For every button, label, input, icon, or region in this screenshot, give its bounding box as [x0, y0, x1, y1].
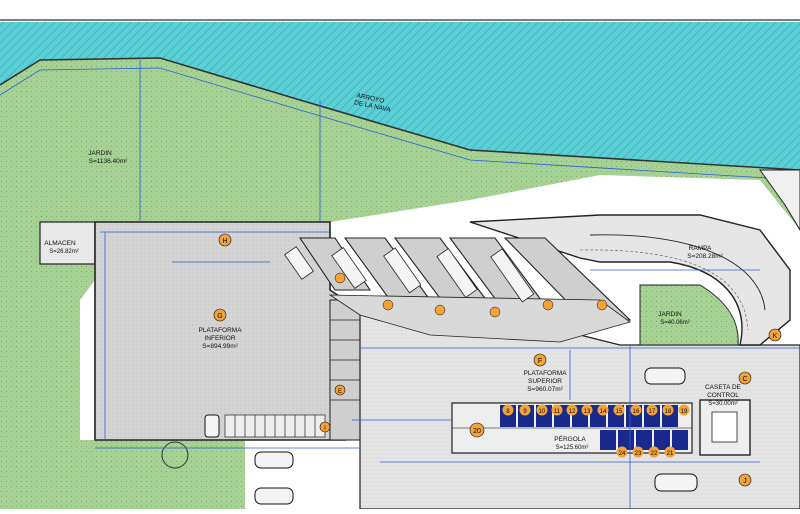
marker-C-label: C: [742, 376, 747, 383]
rampa-label: RAMPA: [689, 245, 712, 252]
svg-text:11: 11: [554, 409, 561, 415]
marker-E-label: E: [338, 389, 342, 395]
plataforma-inferior-area: S=894.99m²: [202, 343, 238, 350]
pergola-label: PÉRGOLA: [554, 434, 586, 443]
car-3: [254, 451, 294, 469]
pergola-area: S=125.60m²: [556, 445, 589, 451]
caseta-room: [711, 411, 738, 443]
svg-text:10: 10: [539, 409, 546, 415]
car-1: [644, 367, 686, 385]
marker-G-label: G: [217, 313, 222, 320]
jardin-big-area: S=1136.40m²: [89, 158, 129, 165]
plataforma-inferior-label-2: INFERIOR: [204, 335, 235, 342]
svg-text:18: 18: [665, 409, 672, 415]
almacen-label: ALMACEN: [44, 240, 76, 247]
marker-J-label: J: [743, 478, 747, 485]
svg-text:17: 17: [649, 409, 656, 415]
marker-K-label: K: [773, 333, 778, 340]
plataforma-inferior-label-1: PLATAFORMA: [198, 327, 242, 334]
ramp-corridor: [329, 299, 361, 441]
svg-text:12: 12: [569, 409, 576, 415]
almacen-area: S=26.82m²: [49, 249, 79, 255]
parking-stalls-bottom: [600, 430, 688, 450]
svg-text:16: 16: [633, 409, 640, 415]
svg-text:21: 21: [667, 451, 674, 457]
jardin-small-area: S=40.06m²: [660, 320, 690, 326]
caseta-label-1: CASETA DE: [705, 384, 742, 391]
caseta-area: S=30.00m²: [708, 401, 738, 407]
plataforma-superior-label-2: SUPERIOR: [528, 378, 562, 385]
car-4: [254, 487, 294, 505]
svg-text:15: 15: [616, 409, 623, 415]
stairs: [224, 414, 326, 438]
marker-H-label: H: [222, 238, 227, 245]
jardin-big-label: JARDIN: [88, 150, 112, 157]
svg-text:13: 13: [584, 409, 591, 415]
plataforma-superior-label-1: PLATAFORMA: [523, 370, 567, 377]
marker-20-label: 20: [473, 428, 481, 435]
car-2: [654, 473, 698, 492]
marker-F-label: F: [538, 358, 542, 365]
svg-text:19: 19: [681, 409, 688, 415]
site-plan-canvas: ARROYO DE LA NAVA JARDIN S=1136.40m² ALM…: [0, 0, 800, 510]
svg-text:14: 14: [600, 409, 607, 415]
svg-text:24: 24: [619, 451, 626, 457]
car-5: [204, 414, 220, 438]
svg-text:23: 23: [635, 451, 642, 457]
svg-text:22: 22: [651, 451, 658, 457]
top-strip: [0, 0, 800, 22]
rampa-area-label: S=208.28m²: [687, 253, 723, 260]
plataforma-superior-area: S=960.07m²: [527, 386, 563, 393]
jardin-small-label: JARDIN: [658, 311, 682, 318]
caseta-label-2: CONTROL: [707, 392, 739, 399]
jardin-small-area: [639, 284, 739, 346]
